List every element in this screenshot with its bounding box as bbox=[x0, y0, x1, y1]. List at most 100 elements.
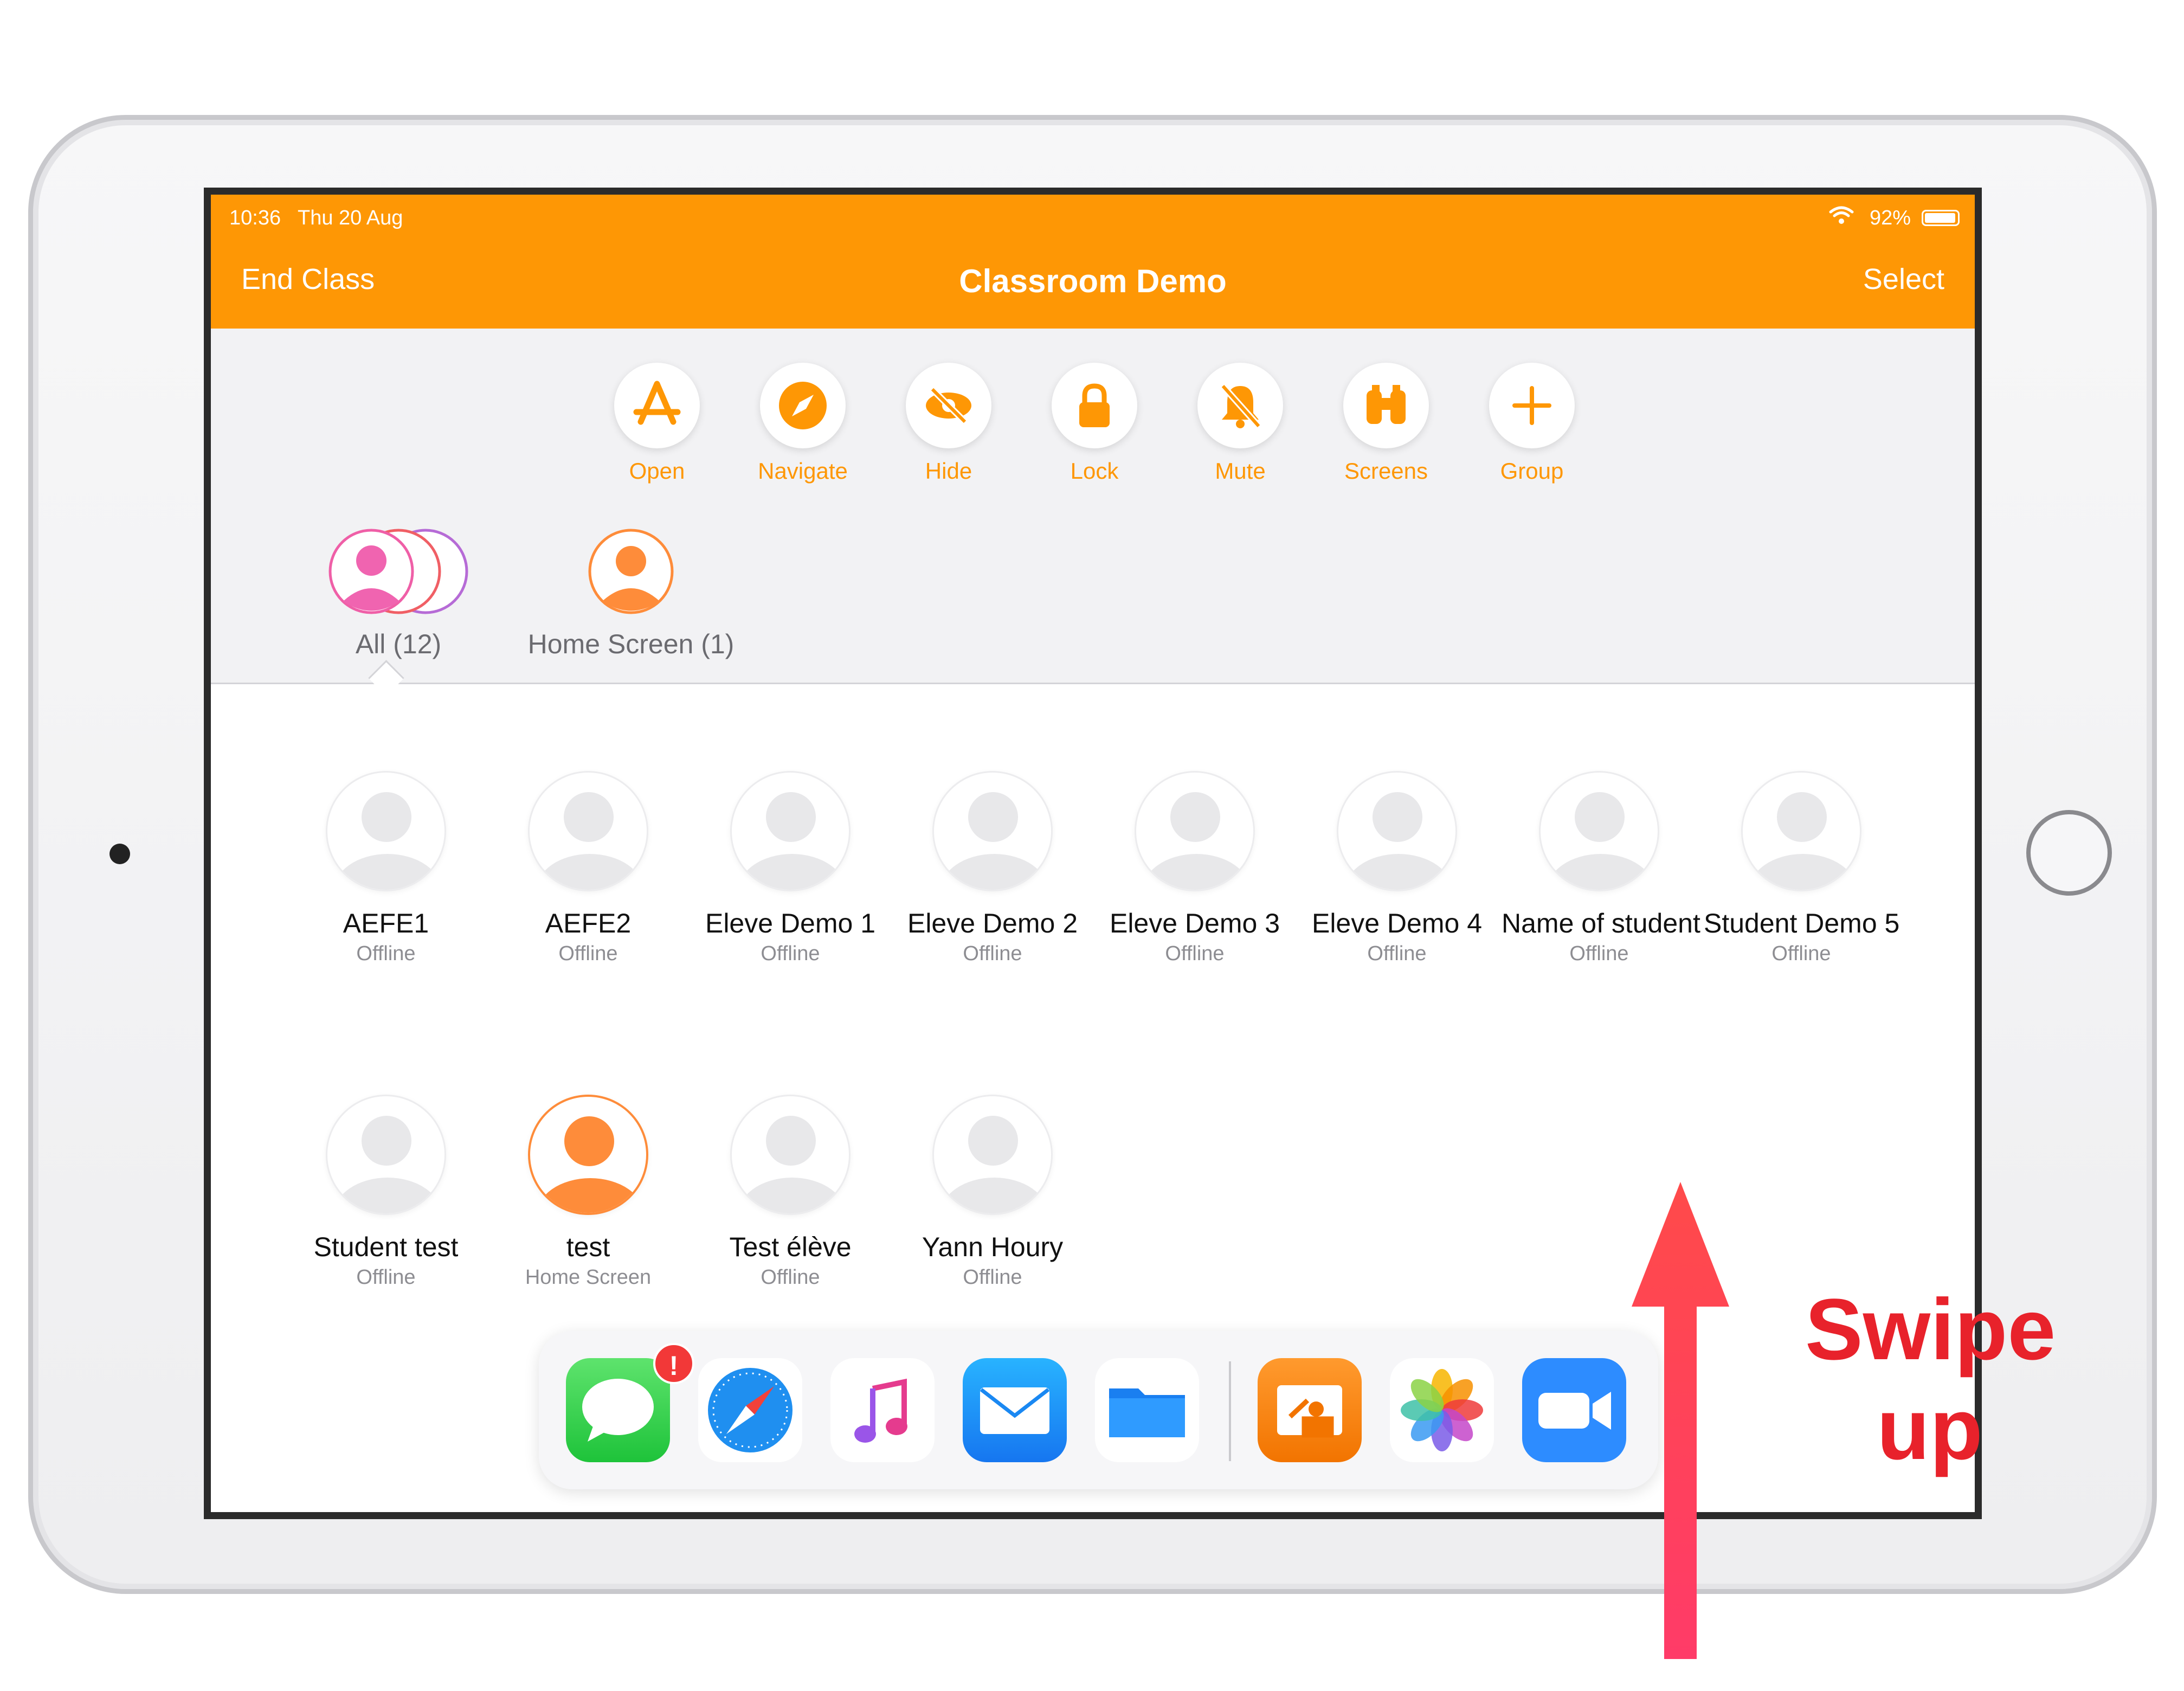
mute-label: Mute bbox=[1215, 458, 1266, 484]
student-status: Offline bbox=[761, 1266, 820, 1289]
avatar bbox=[1741, 771, 1861, 891]
lock-label: Lock bbox=[1070, 458, 1119, 484]
student-tile[interactable]: test Home Screen bbox=[491, 1095, 686, 1289]
student-status: Offline bbox=[963, 942, 1022, 965]
avatar bbox=[932, 771, 1053, 891]
avatar bbox=[932, 1095, 1053, 1215]
student-tile[interactable]: Test élève Offline bbox=[693, 1095, 888, 1289]
student-name: Eleve Demo 2 bbox=[907, 908, 1078, 938]
avatar bbox=[1539, 771, 1659, 891]
avatar bbox=[326, 771, 446, 891]
student-name: Eleve Demo 4 bbox=[1311, 908, 1483, 938]
select-button[interactable]: Select bbox=[1863, 262, 1944, 296]
student-status: Home Screen bbox=[525, 1266, 652, 1289]
home-screen-avatar-icon bbox=[588, 529, 674, 614]
student-status: Offline bbox=[1569, 942, 1629, 965]
front-camera bbox=[109, 844, 130, 864]
student-name: test bbox=[566, 1232, 610, 1262]
avatar bbox=[528, 771, 648, 891]
page-title: Classroom Demo bbox=[959, 263, 1227, 299]
screens-label: Screens bbox=[1344, 458, 1428, 484]
open-button[interactable]: Open bbox=[587, 363, 727, 484]
student-name: Name of student bbox=[1502, 908, 1700, 938]
student-name: Eleve Demo 1 bbox=[705, 908, 876, 938]
avatar bbox=[326, 1095, 446, 1215]
student-tile[interactable]: Student test Offline bbox=[288, 1095, 484, 1289]
student-status: Offline bbox=[761, 942, 820, 965]
messages-app-icon[interactable] bbox=[566, 1358, 670, 1462]
navigation-bar: 10:36 Thu 20 Aug 92% End Class Classroom… bbox=[211, 195, 1975, 329]
home-button[interactable] bbox=[2026, 810, 2112, 896]
bell-slash-icon bbox=[1220, 384, 1261, 428]
screens-button[interactable]: Screens bbox=[1316, 363, 1457, 484]
app-store-icon bbox=[633, 381, 681, 425]
hide-label: Hide bbox=[925, 458, 972, 484]
swipe-up-arrow-icon bbox=[1632, 1182, 1729, 1659]
student-status: Offline bbox=[1771, 942, 1831, 965]
swipe-text: Swipe bbox=[1805, 1281, 2056, 1378]
student-status: Offline bbox=[356, 1266, 416, 1289]
open-label: Open bbox=[629, 458, 685, 484]
avatar bbox=[730, 771, 851, 891]
lock-icon bbox=[1079, 383, 1110, 427]
student-tile[interactable]: Yann Houry Offline bbox=[895, 1095, 1090, 1289]
group-tab-all-label: All (12) bbox=[355, 629, 442, 659]
student-tile[interactable]: Eleve Demo 2 Offline bbox=[895, 771, 1090, 966]
plus-icon bbox=[1512, 386, 1551, 425]
avatar bbox=[1135, 771, 1255, 891]
student-tile[interactable]: Eleve Demo 1 Offline bbox=[693, 771, 888, 966]
battery-icon bbox=[1922, 210, 1960, 226]
divider bbox=[211, 683, 1975, 684]
classroom-app-icon[interactable] bbox=[1258, 1358, 1362, 1462]
student-status: Offline bbox=[1165, 942, 1225, 965]
wifi-icon bbox=[1829, 206, 1854, 224]
mail-app-icon[interactable] bbox=[963, 1358, 1067, 1462]
files-app-icon[interactable] bbox=[1095, 1358, 1199, 1462]
compass-icon bbox=[779, 382, 827, 429]
avatar bbox=[528, 1095, 648, 1215]
hide-button[interactable]: Hide bbox=[878, 363, 1019, 484]
student-tile[interactable]: Eleve Demo 4 Offline bbox=[1299, 771, 1494, 966]
student-tile[interactable]: AEFE2 Offline bbox=[491, 771, 686, 966]
group-tab-all[interactable]: All (12) bbox=[317, 525, 480, 660]
student-status: Offline bbox=[963, 1266, 1022, 1289]
student-status: Offline bbox=[1367, 942, 1427, 965]
group-label: Group bbox=[1500, 458, 1564, 484]
status-time: 10:36 bbox=[229, 207, 281, 229]
student-name: AEFE1 bbox=[343, 908, 429, 938]
student-tile[interactable]: Student Demo 5 Offline bbox=[1704, 771, 1899, 966]
swipe-up-annotation: Swipe up bbox=[1805, 1279, 2056, 1479]
up-text: up bbox=[1877, 1380, 1983, 1477]
avatar bbox=[1337, 771, 1457, 891]
music-app-icon[interactable] bbox=[830, 1358, 935, 1462]
student-status: Offline bbox=[356, 942, 416, 965]
mute-button[interactable]: Mute bbox=[1170, 363, 1311, 484]
student-tile[interactable]: AEFE1 Offline bbox=[288, 771, 484, 966]
status-date: Thu 20 Aug bbox=[298, 207, 403, 229]
student-tile[interactable]: Name of student Offline bbox=[1502, 771, 1700, 966]
dock-separator bbox=[1229, 1361, 1231, 1461]
group-avatars-icon bbox=[328, 529, 468, 614]
messages-badge: ! bbox=[653, 1343, 694, 1384]
eye-slash-icon bbox=[926, 387, 971, 425]
navigate-button[interactable]: Navigate bbox=[732, 363, 873, 484]
student-name: Student test bbox=[313, 1232, 459, 1262]
avatar bbox=[730, 1095, 851, 1215]
student-name: Test élève bbox=[729, 1232, 852, 1262]
student-name: Eleve Demo 3 bbox=[1109, 908, 1280, 938]
student-name: AEFE2 bbox=[545, 908, 632, 938]
group-button[interactable]: Group bbox=[1461, 363, 1602, 484]
lock-button[interactable]: Lock bbox=[1024, 363, 1165, 484]
navigate-label: Navigate bbox=[758, 458, 848, 484]
dock: ! bbox=[539, 1331, 1658, 1489]
student-name: Student Demo 5 bbox=[1704, 908, 1900, 938]
binoculars-icon bbox=[1367, 385, 1406, 424]
group-tab-home-screen[interactable]: Home Screen (1) bbox=[517, 525, 745, 660]
student-status: Offline bbox=[558, 942, 618, 965]
photos-app-icon[interactable] bbox=[1390, 1358, 1494, 1462]
student-tile[interactable]: Eleve Demo 3 Offline bbox=[1097, 771, 1292, 966]
student-name: Yann Houry bbox=[922, 1232, 1064, 1262]
safari-app-icon[interactable] bbox=[698, 1358, 802, 1462]
group-tab-home-screen-label: Home Screen (1) bbox=[527, 629, 735, 659]
zoom-app-icon[interactable] bbox=[1522, 1358, 1626, 1462]
